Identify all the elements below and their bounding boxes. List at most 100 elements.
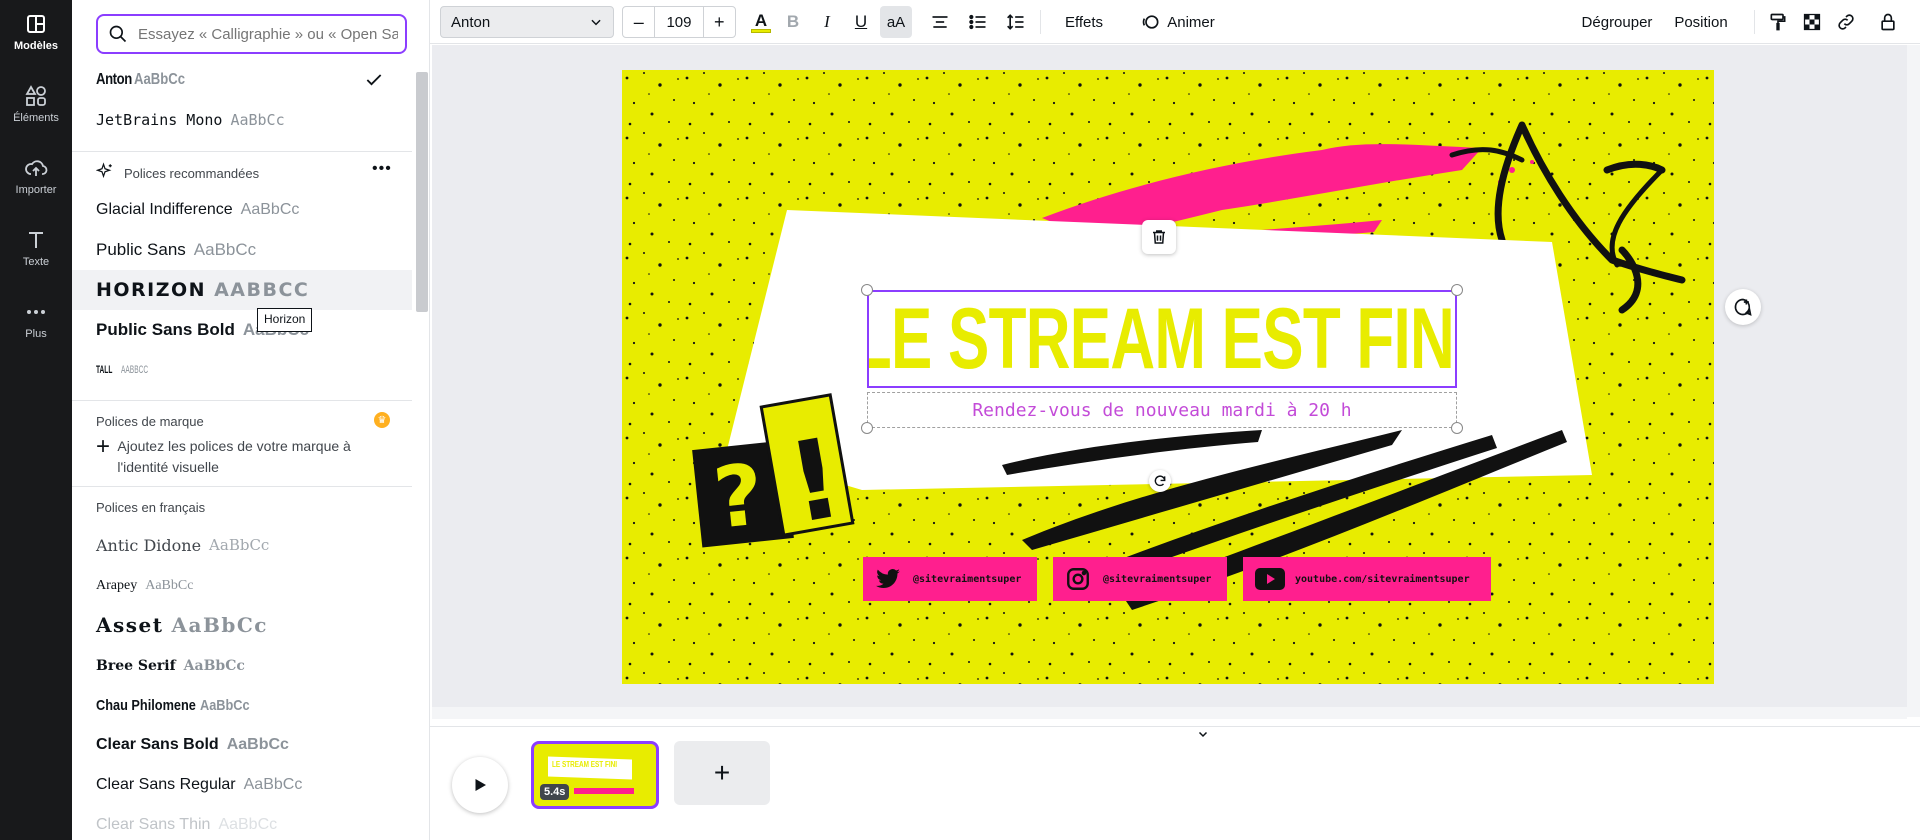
spacing-button[interactable] — [1002, 6, 1030, 38]
position-button[interactable]: Position — [1666, 6, 1736, 38]
collapse-timeline-button[interactable] — [1168, 727, 1238, 741]
subtitle-text[interactable]: Rendez-vous de nouveau mardi à 20 h — [972, 400, 1351, 421]
font-item-public-sans-bold[interactable]: Public Sans Bold AaBbCc — [72, 310, 412, 350]
check-icon — [366, 74, 382, 86]
canvas-horizontal-scrollbar[interactable] — [432, 707, 1907, 719]
rail-item-templates[interactable]: Modèles — [0, 0, 72, 64]
canvas-vertical-scrollbar[interactable] — [1907, 45, 1920, 717]
bullet-list-icon — [969, 14, 986, 30]
resize-handle[interactable] — [861, 284, 873, 296]
add-brand-fonts-button[interactable]: + Ajoutez les polices de votre marque à … — [96, 435, 396, 478]
ungroup-button[interactable]: Dégrouper — [1574, 6, 1660, 38]
font-search-input[interactable] — [138, 25, 398, 43]
subtitle-box[interactable]: Rendez-vous de nouveau mardi à 20 h — [867, 392, 1457, 428]
font-sample: AaBbCc — [230, 111, 285, 129]
font-item-clear-sans-regular[interactable]: Clear Sans Regular AaBbCc — [72, 765, 412, 805]
font-item-asset[interactable]: Asset AaBbCc — [72, 605, 412, 645]
font-sample: AaBbCc — [133, 71, 185, 88]
font-name: JetBrains Mono — [96, 111, 223, 129]
add-page-button[interactable]: + — [674, 741, 770, 805]
rail-item-text[interactable]: Texte — [0, 216, 72, 280]
more-icon — [27, 310, 45, 314]
rail-item-more[interactable]: Plus — [0, 288, 72, 352]
letter-case-button[interactable]: aA — [880, 6, 912, 38]
add-brand-fonts-label: Ajoutez les polices de votre marque à l'… — [117, 438, 351, 475]
font-item-horizon[interactable]: HORIZON AABBCC — [72, 270, 412, 310]
increase-size-button[interactable]: + — [704, 7, 735, 37]
font-item-antic-didone[interactable]: Antic Didone AaBbCc — [72, 525, 412, 565]
align-center-button[interactable] — [926, 6, 954, 38]
divider — [72, 400, 412, 401]
text-color-button[interactable]: A — [748, 6, 774, 38]
italic-button[interactable]: I — [814, 6, 840, 38]
headline-selection[interactable]: LE STREAM EST FINI — [867, 290, 1457, 388]
trash-icon — [1153, 230, 1165, 244]
thumb-socials — [574, 788, 634, 794]
font-sample: AaBbCc — [171, 613, 268, 637]
rail-item-label: Plus — [25, 328, 47, 340]
font-sample: AaBbCc — [209, 536, 270, 554]
font-item-jetbrains-mono[interactable]: JetBrains Mono AaBbCc — [72, 100, 412, 140]
resize-handle[interactable] — [1451, 284, 1463, 296]
font-item-arapey[interactable]: Arapey AaBbCc — [72, 566, 412, 606]
rotate-handle[interactable] — [1149, 470, 1171, 492]
shapes-icon — [25, 85, 46, 106]
delete-element-button[interactable] — [1142, 220, 1176, 254]
bold-button[interactable]: B — [780, 6, 806, 38]
font-item-anton[interactable]: Anton AaBbCc — [72, 60, 412, 100]
list-button[interactable] — [964, 6, 992, 38]
font-item-tall[interactable]: TALL AABBCC — [72, 350, 412, 390]
page-timeline: LE STREAM EST FINI 5.4s + — [430, 726, 1920, 840]
font-name: Clear Sans Thin — [96, 816, 211, 833]
font-item-public-sans[interactable]: Public Sans AaBbCc — [72, 230, 412, 270]
copy-style-button[interactable] — [1764, 6, 1792, 38]
font-name: Arapey — [96, 578, 138, 593]
transparency-button[interactable] — [1798, 6, 1826, 38]
resize-handle[interactable] — [861, 422, 873, 434]
decrease-size-button[interactable]: – — [623, 7, 654, 37]
divider — [72, 486, 412, 487]
more-options-icon[interactable]: ••• — [372, 160, 392, 178]
instagram-handle: @sitevraimentsuper — [1103, 573, 1212, 585]
french-fonts-title: Polices en français — [96, 500, 206, 515]
font-sample: AaBbCc — [226, 736, 289, 753]
underline-button[interactable]: U — [848, 6, 874, 38]
brand-fonts-title: Polices de marque — [96, 414, 204, 429]
rotate-icon — [1154, 475, 1166, 487]
page-thumbnail[interactable]: LE STREAM EST FINI 5.4s — [531, 741, 659, 809]
add-comment-button[interactable] — [1725, 289, 1761, 325]
link-button[interactable] — [1832, 6, 1860, 38]
font-tooltip: Horizon — [257, 308, 313, 332]
lock-button[interactable] — [1874, 6, 1902, 38]
animate-button[interactable]: Animer — [1130, 6, 1226, 38]
headline-text[interactable]: LE STREAM EST FINI — [869, 292, 1455, 386]
font-name: Anton — [96, 71, 132, 88]
font-item-clear-sans-thin[interactable]: Clear Sans Thin AaBbCc — [72, 805, 412, 840]
twitter-handle: @sitevraimentsuper — [913, 573, 1022, 585]
resize-handle[interactable] — [1451, 422, 1463, 434]
font-sample: AaBbCc — [243, 776, 303, 793]
top-toolbar: Anton – 109 + A B I U aA Effets Animer D… — [430, 0, 1920, 44]
play-icon — [475, 779, 486, 791]
twitter-icon — [876, 569, 900, 588]
play-button[interactable] — [452, 757, 508, 813]
font-item-chau-philomene[interactable]: Chau Philomene AaBbCc — [72, 685, 412, 725]
rail-item-upload[interactable]: Importer — [0, 144, 72, 208]
font-sample: AaBbCc — [145, 578, 194, 593]
canvas-area[interactable]: ? ! LE STREAM EST FINI Rendez-vous de no… — [432, 45, 1907, 717]
font-item-clear-sans-bold[interactable]: Clear Sans Bold AaBbCc — [72, 725, 412, 765]
toolbar-divider — [1040, 10, 1041, 34]
rail-item-elements[interactable]: Éléments — [0, 72, 72, 136]
font-search-box[interactable] — [96, 14, 407, 54]
rail-item-label: Éléments — [13, 112, 59, 124]
font-item-glacial[interactable]: Glacial Indifference AaBbCc — [72, 190, 412, 230]
design-artboard[interactable]: ? ! LE STREAM EST FINI Rendez-vous de no… — [622, 70, 1714, 684]
font-name: Chau Philomene — [96, 696, 196, 714]
font-item-bree-serif[interactable]: Bree Serif AaBbCc — [72, 646, 412, 686]
font-sample: AABBCC — [214, 279, 310, 301]
effects-button[interactable]: Effets — [1050, 6, 1118, 38]
upload-cloud-icon — [25, 160, 48, 176]
panel-scrollbar[interactable] — [416, 72, 428, 312]
font-family-dropdown[interactable]: Anton — [440, 6, 614, 38]
font-size-value[interactable]: 109 — [654, 7, 704, 37]
